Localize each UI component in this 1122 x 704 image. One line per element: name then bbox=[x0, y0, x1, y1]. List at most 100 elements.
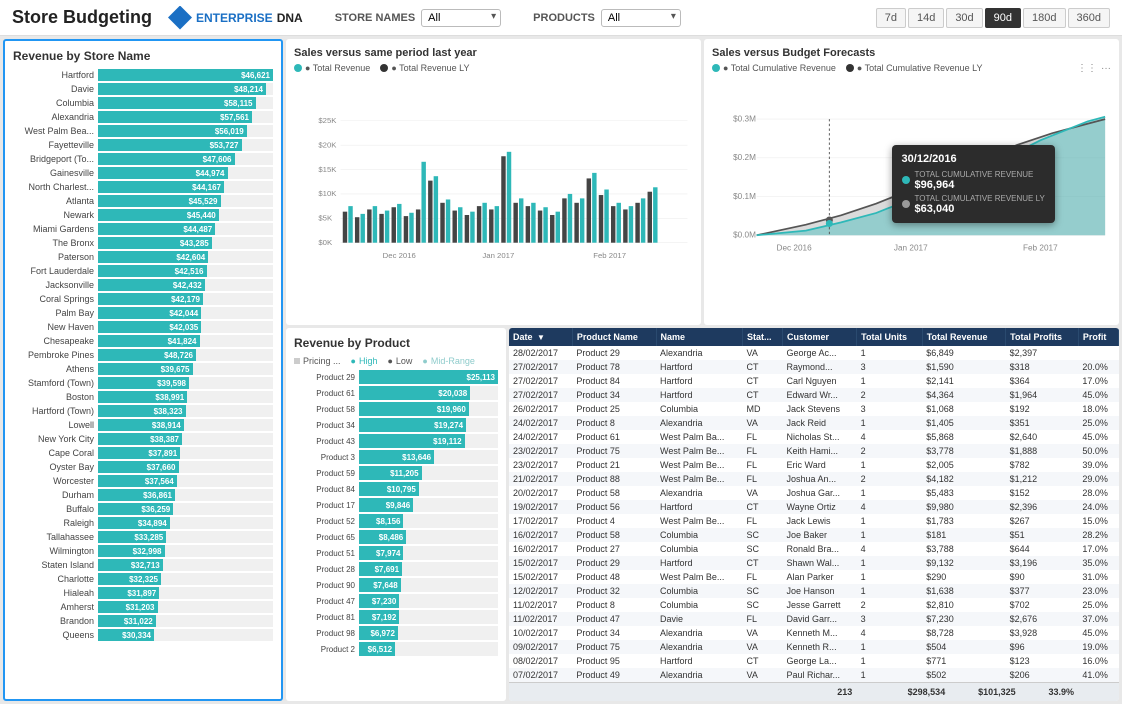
time-btn-30d[interactable]: 30d bbox=[946, 8, 982, 28]
store-bar-value: $43,285 bbox=[180, 239, 209, 248]
more-icon[interactable]: ··· bbox=[1101, 63, 1111, 74]
store-bar-track: $41,824 bbox=[98, 335, 273, 347]
table-cell: 12/02/2017 bbox=[509, 584, 572, 598]
store-bar-row: Cape Coral $37,891 bbox=[13, 447, 273, 459]
store-bar-track: $38,914 bbox=[98, 419, 273, 431]
table-row[interactable]: 11/02/2017Product 8ColumbiaSCJesse Garre… bbox=[509, 598, 1119, 612]
store-bar-track: $34,894 bbox=[98, 517, 273, 529]
table-row[interactable]: 23/02/2017Product 75West Palm Be...FLKei… bbox=[509, 444, 1119, 458]
table-row[interactable]: 24/02/2017Product 8AlexandriaVAJack Reid… bbox=[509, 416, 1119, 430]
table-scroll-area[interactable]: Date ▼Product NameNameStat...CustomerTot… bbox=[509, 328, 1119, 682]
table-row[interactable]: 09/02/2017Product 75AlexandriaVAKenneth … bbox=[509, 640, 1119, 654]
store-bar-row: West Palm Bea... $56,019 bbox=[13, 125, 273, 137]
table-row[interactable]: 08/02/2017Product 95HartfordCTGeorge La.… bbox=[509, 654, 1119, 668]
table-row[interactable]: 12/02/2017Product 32ColumbiaSCJoe Hanson… bbox=[509, 584, 1119, 598]
store-bar-fill: $38,323 bbox=[98, 405, 186, 417]
table-row[interactable]: 16/02/2017Product 58ColumbiaSCJoe Baker1… bbox=[509, 528, 1119, 542]
svg-text:$15K: $15K bbox=[318, 165, 337, 174]
time-btn-7d[interactable]: 7d bbox=[876, 8, 906, 28]
table-header-profit[interactable]: Profit bbox=[1078, 328, 1118, 346]
product-bar-track: $6,512 bbox=[359, 642, 498, 656]
product-bar-fill: $20,038 bbox=[359, 386, 470, 400]
budget-forecast-panel: Sales versus Budget Forecasts ⋮⋮ ··· ● T… bbox=[704, 39, 1119, 325]
table-header-total-revenue[interactable]: Total Revenue bbox=[922, 328, 1005, 346]
store-bar-track: $38,323 bbox=[98, 405, 273, 417]
table-cell bbox=[1078, 346, 1118, 360]
table-row[interactable]: 20/02/2017Product 58AlexandriaVAJoshua G… bbox=[509, 486, 1119, 500]
table-header-product-name[interactable]: Product Name bbox=[572, 328, 656, 346]
store-bar-row: Chesapeake $41,824 bbox=[13, 335, 273, 347]
table-row[interactable]: 17/02/2017Product 4West Palm Be...FLJack… bbox=[509, 514, 1119, 528]
product-select-wrapper[interactable]: All bbox=[601, 9, 681, 27]
time-btn-90d[interactable]: 90d bbox=[985, 8, 1021, 28]
time-btn-360d[interactable]: 360d bbox=[1068, 8, 1110, 28]
budget-legend-rev: ● Total Cumulative Revenue bbox=[723, 63, 836, 73]
table-header-total-profits[interactable]: Total Profits bbox=[1006, 328, 1079, 346]
budget-tooltip: 30/12/2016 TOTAL CUMULATIVE REVENUE $96,… bbox=[892, 145, 1055, 223]
table-row[interactable]: 27/02/2017Product 84HartfordCTCarl Nguye… bbox=[509, 374, 1119, 388]
table-cell: 07/02/2017 bbox=[509, 668, 572, 682]
store-bar-value: $42,516 bbox=[175, 267, 204, 276]
table-cell: 1 bbox=[857, 584, 923, 598]
store-bar-track: $44,487 bbox=[98, 223, 273, 235]
product-bar-label: Product 51 bbox=[294, 549, 359, 558]
grid-icon[interactable]: ⋮⋮ bbox=[1077, 63, 1097, 74]
store-bar-fill: $45,440 bbox=[98, 209, 219, 221]
product-bar-track: $19,274 bbox=[359, 418, 498, 432]
store-bar-fill: $56,019 bbox=[98, 125, 247, 137]
store-select-wrapper[interactable]: All bbox=[421, 9, 501, 27]
table-header-date[interactable]: Date ▼ bbox=[509, 328, 572, 346]
table-row[interactable]: 10/02/2017Product 34AlexandriaVAKenneth … bbox=[509, 626, 1119, 640]
table-row[interactable]: 21/02/2017Product 88West Palm Be...FLJos… bbox=[509, 472, 1119, 486]
store-bar-value: $42,035 bbox=[169, 323, 198, 332]
product-bar-track: $19,960 bbox=[359, 402, 498, 416]
store-select[interactable]: All bbox=[421, 9, 501, 27]
table-cell: Product 25 bbox=[572, 402, 656, 416]
table-row[interactable]: 19/02/2017Product 56HartfordCTWayne Orti… bbox=[509, 500, 1119, 514]
table-cell: 15.0% bbox=[1078, 514, 1118, 528]
table-cell: $702 bbox=[1006, 598, 1079, 612]
store-bar-label: Palm Bay bbox=[13, 308, 98, 318]
table-header-customer[interactable]: Customer bbox=[783, 328, 857, 346]
time-btn-180d[interactable]: 180d bbox=[1023, 8, 1065, 28]
table-header-stat...[interactable]: Stat... bbox=[742, 328, 782, 346]
store-bar-value: $37,660 bbox=[147, 463, 176, 472]
table-cell: David Garr... bbox=[783, 612, 857, 626]
store-bar-value: $38,914 bbox=[152, 421, 181, 430]
svg-text:$10K: $10K bbox=[318, 189, 337, 198]
table-row[interactable]: 26/02/2017Product 25ColumbiaMDJack Steve… bbox=[509, 402, 1119, 416]
table-cell: 21/02/2017 bbox=[509, 472, 572, 486]
table-row[interactable]: 11/02/2017Product 47DavieFLDavid Garr...… bbox=[509, 612, 1119, 626]
table-cell: Product 58 bbox=[572, 486, 656, 500]
table-row[interactable]: 07/02/2017Product 49AlexandriaVAPaul Ric… bbox=[509, 668, 1119, 682]
table-cell: 45.0% bbox=[1078, 430, 1118, 444]
table-row[interactable]: 28/02/2017Product 29AlexandriaVAGeorge A… bbox=[509, 346, 1119, 360]
table-header-name[interactable]: Name bbox=[656, 328, 742, 346]
table-row[interactable]: 24/02/2017Product 61West Palm Ba...FLNic… bbox=[509, 430, 1119, 444]
table-row[interactable]: 16/02/2017Product 27ColumbiaSCRonald Bra… bbox=[509, 542, 1119, 556]
table-row[interactable]: 15/02/2017Product 29HartfordCTShawn Wal.… bbox=[509, 556, 1119, 570]
table-cell: Alexandria bbox=[656, 346, 742, 360]
pricing-label: Pricing ... bbox=[303, 356, 341, 366]
time-btn-14d[interactable]: 14d bbox=[908, 8, 944, 28]
product-select[interactable]: All bbox=[601, 9, 681, 27]
table-cell: 28.2% bbox=[1078, 528, 1118, 542]
table-row[interactable]: 23/02/2017Product 21West Palm Be...FLEri… bbox=[509, 458, 1119, 472]
table-cell: $1,590 bbox=[922, 360, 1005, 374]
product-bar-value: $7,192 bbox=[372, 613, 396, 622]
table-row[interactable]: 27/02/2017Product 34HartfordCTEdward Wr.… bbox=[509, 388, 1119, 402]
product-bar-track: $25,113 bbox=[359, 370, 498, 384]
table-cell: Alexandria bbox=[656, 626, 742, 640]
table-header-total-units[interactable]: Total Units bbox=[857, 328, 923, 346]
svg-text:$0.2M: $0.2M bbox=[733, 153, 756, 162]
table-row[interactable]: 15/02/2017Product 48West Palm Be...FLAla… bbox=[509, 570, 1119, 584]
table-row[interactable]: 27/02/2017Product 78HartfordCTRaymond...… bbox=[509, 360, 1119, 374]
product-bar-label: Product 52 bbox=[294, 517, 359, 526]
product-bar-row: Product 3 $13,646 bbox=[294, 450, 498, 464]
product-bar-fill: $6,512 bbox=[359, 642, 395, 656]
table-cell: MD bbox=[742, 402, 782, 416]
store-bar-value: $38,991 bbox=[155, 393, 184, 402]
table-cell: 1 bbox=[857, 486, 923, 500]
store-bar-row: Atlanta $45,529 bbox=[13, 195, 273, 207]
store-bar-fill: $57,561 bbox=[98, 111, 252, 123]
